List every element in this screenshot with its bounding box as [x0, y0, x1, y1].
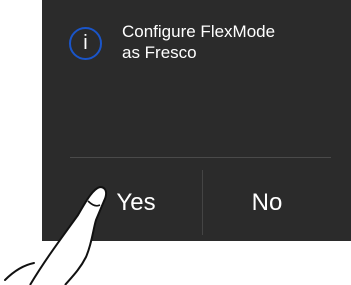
- dialog-message: Configure FlexMode as Fresco: [122, 21, 342, 63]
- finger-pointer-icon: [4, 186, 108, 285]
- horizontal-divider: [70, 157, 331, 158]
- no-button-label: No: [251, 188, 283, 216]
- message-line-1: Configure FlexMode: [122, 22, 276, 41]
- no-button[interactable]: No: [203, 170, 331, 235]
- message-line-2: as Fresco: [122, 43, 197, 62]
- info-icon: i: [69, 27, 102, 60]
- info-icon-glyph: i: [83, 32, 88, 54]
